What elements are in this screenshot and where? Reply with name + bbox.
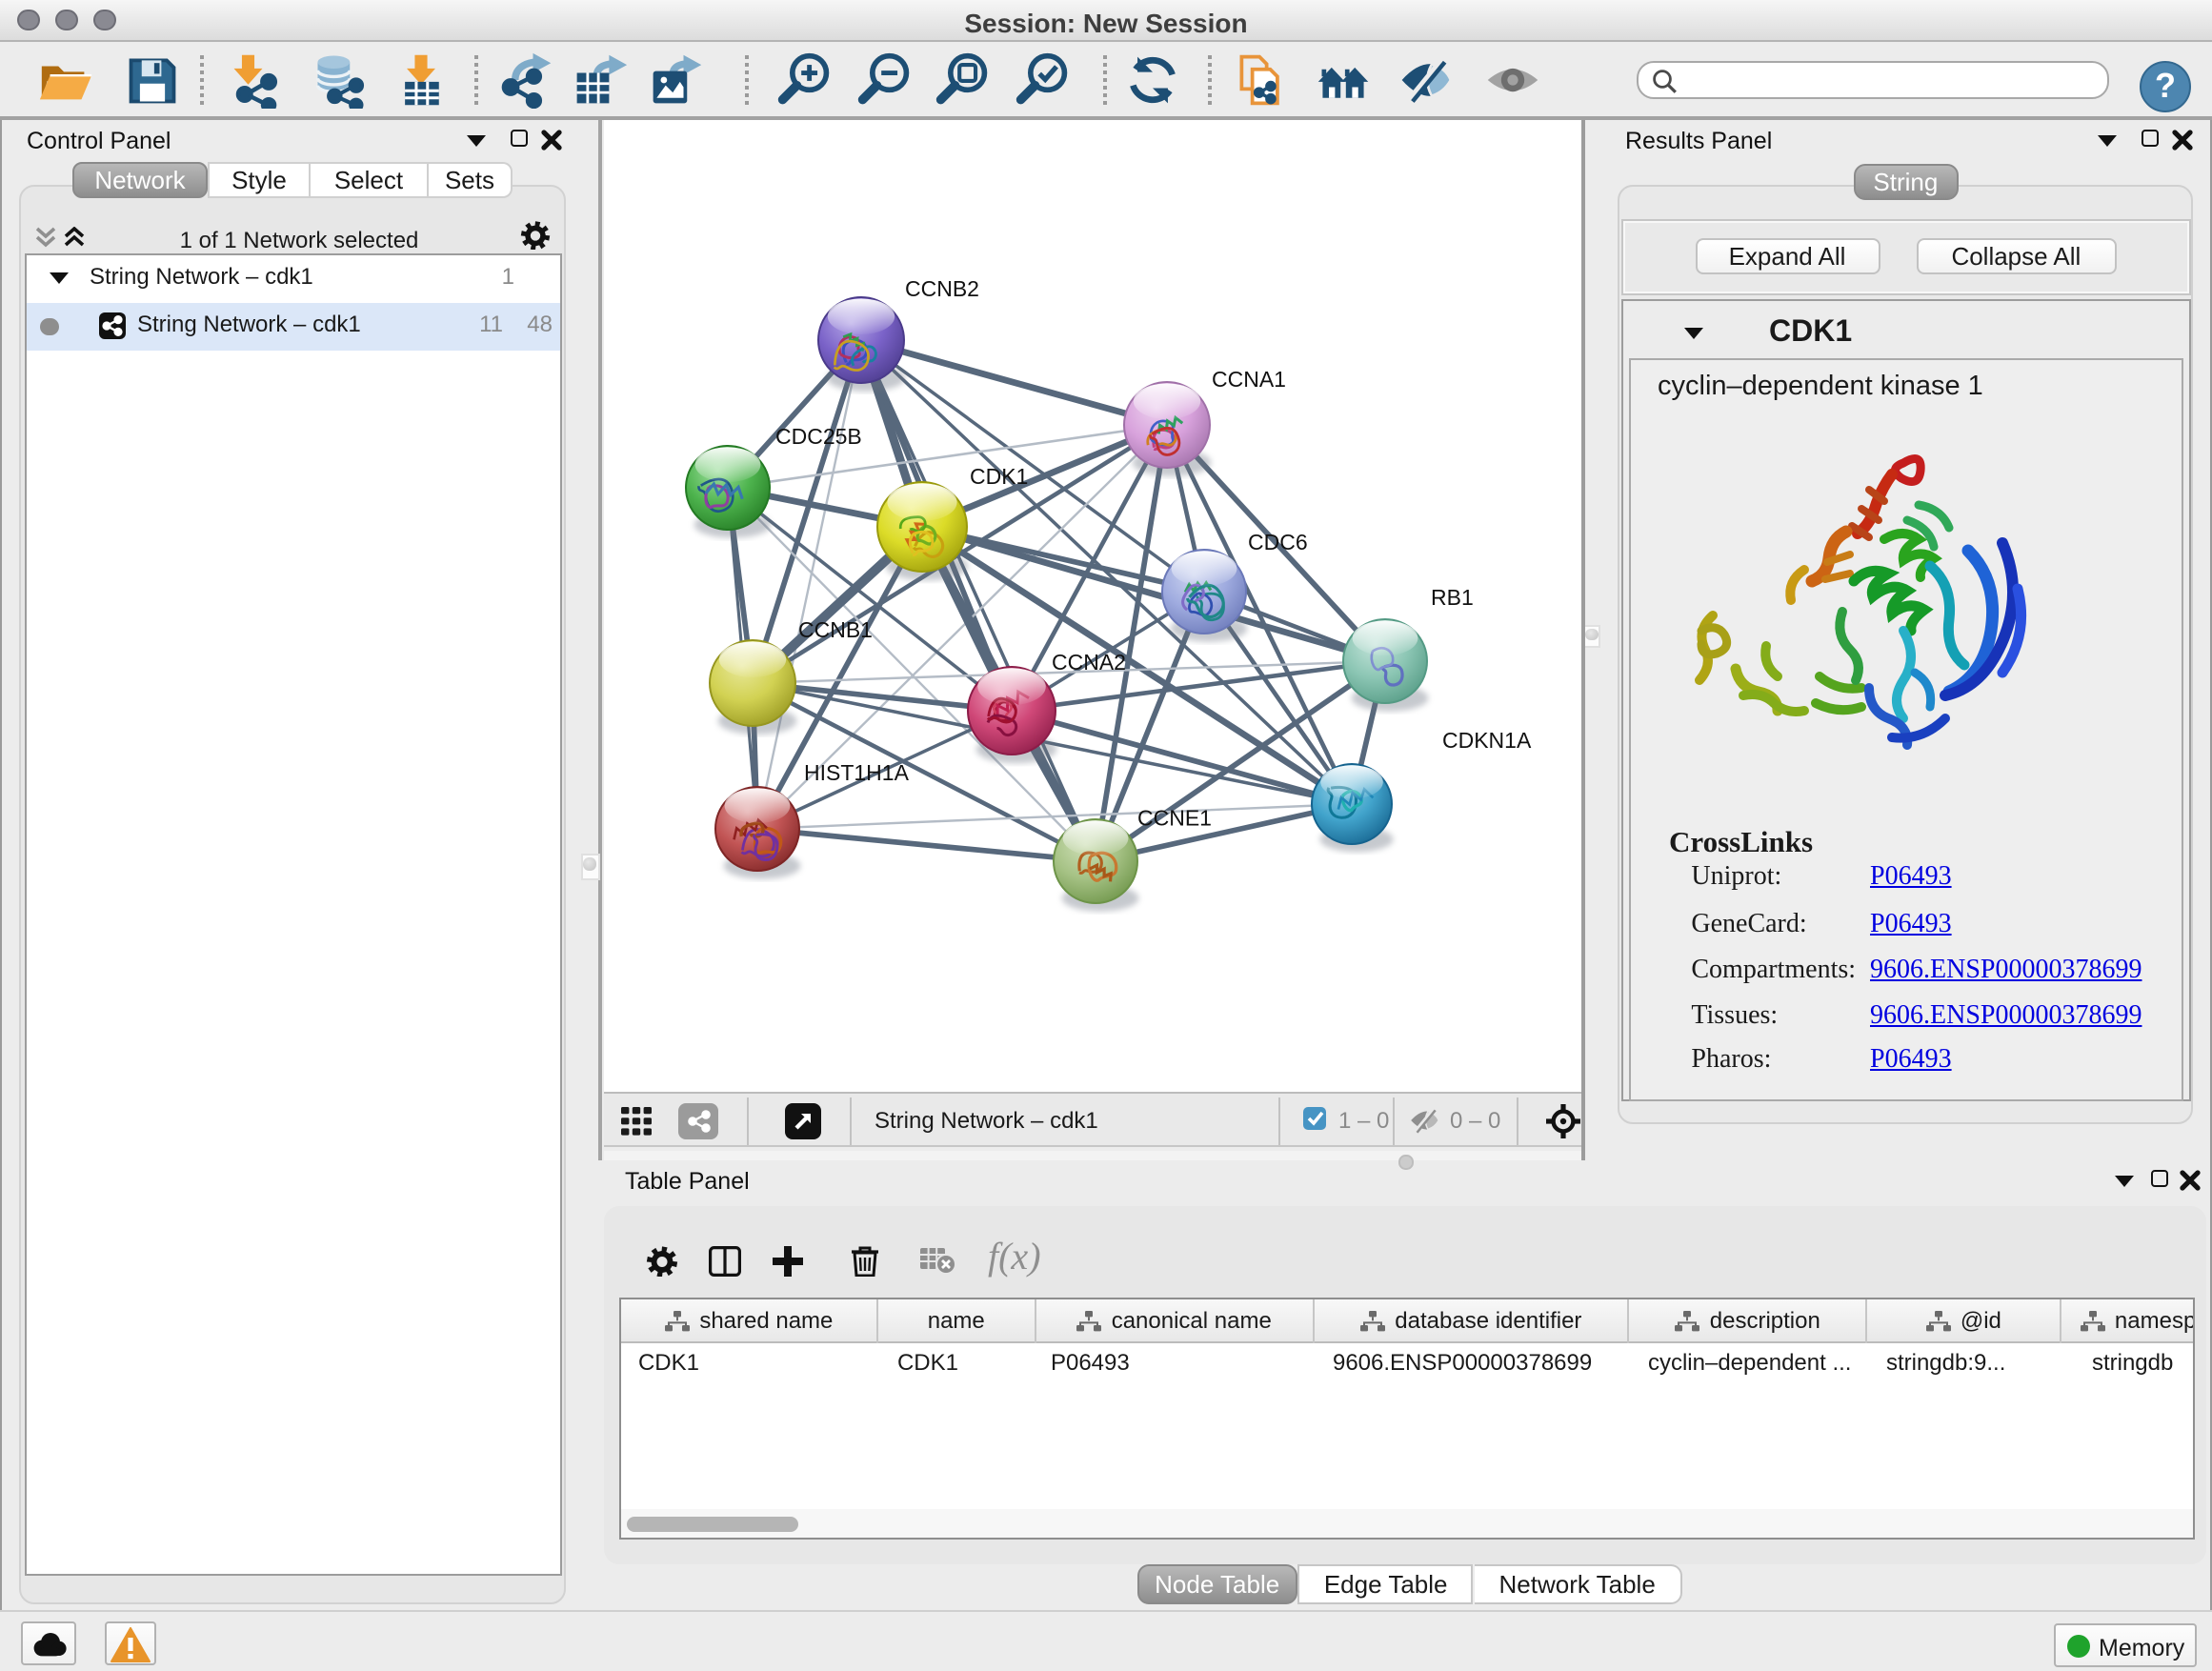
svg-text:CCNB2: CCNB2 — [904, 276, 978, 301]
svg-text:CCNA1: CCNA1 — [1211, 367, 1285, 392]
svg-text:RB1: RB1 — [1430, 585, 1473, 610]
svg-text:CDK1: CDK1 — [969, 464, 1027, 489]
svg-text:CCNA2: CCNA2 — [1051, 650, 1125, 674]
svg-text:CDKN1A: CDKN1A — [1441, 728, 1531, 753]
svg-text:CCNB1: CCNB1 — [797, 617, 872, 642]
svg-text:HIST1H1A: HIST1H1A — [803, 760, 909, 785]
svg-text:CDC6: CDC6 — [1247, 530, 1307, 554]
svg-text:CCNE1: CCNE1 — [1136, 805, 1211, 830]
svg-text:CDC25B: CDC25B — [774, 424, 861, 449]
